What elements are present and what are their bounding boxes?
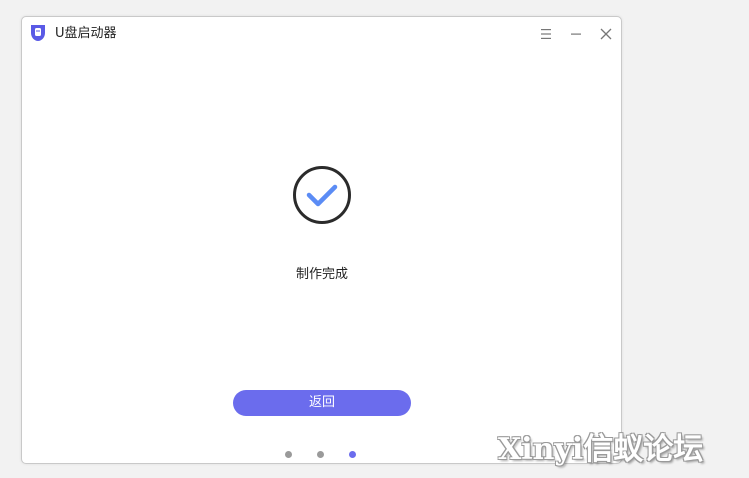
app-window: U盘启动器 制作完成 返回 bbox=[21, 16, 622, 464]
step-dot-3-active bbox=[349, 451, 356, 458]
close-icon[interactable] bbox=[596, 24, 616, 44]
step-indicator bbox=[285, 451, 365, 459]
app-title: U盘启动器 bbox=[55, 26, 117, 41]
forum-watermark: Xinyi信蚁论坛 bbox=[498, 432, 704, 467]
usb-shield-icon bbox=[31, 25, 45, 41]
status-message: 制作完成 bbox=[295, 267, 348, 282]
step-dot-1 bbox=[285, 451, 292, 458]
hamburger-menu-icon[interactable] bbox=[536, 24, 556, 44]
check-circle-icon bbox=[293, 166, 351, 224]
step-dot-2 bbox=[317, 451, 324, 458]
back-button[interactable]: 返回 bbox=[233, 390, 411, 416]
minimize-icon[interactable] bbox=[566, 24, 586, 44]
title-bar: U盘启动器 bbox=[22, 17, 621, 51]
